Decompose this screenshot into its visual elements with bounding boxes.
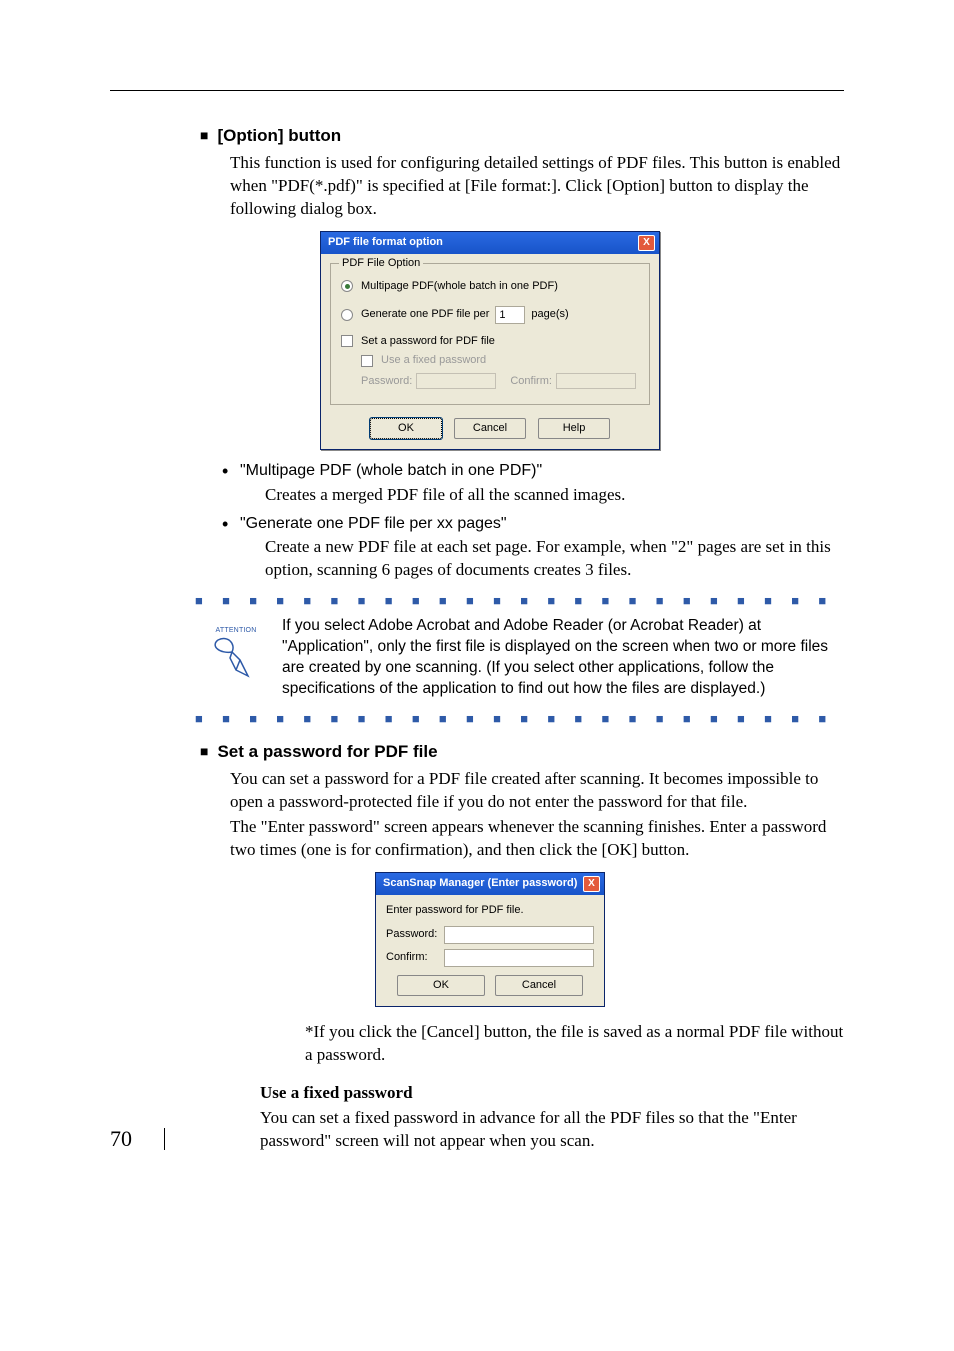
checkbox-icon bbox=[361, 355, 373, 367]
pdf-dialog-titlebar: PDF file format option X bbox=[321, 232, 659, 254]
pw-dialog-body: Enter password for PDF file. Password: C… bbox=[376, 895, 604, 1006]
enter-password-dialog: ScanSnap Manager (Enter password) X Ente… bbox=[375, 872, 605, 1007]
option-button-para: This function is used for configuring de… bbox=[230, 152, 844, 221]
pdf-dialog-buttons: OK Cancel Help bbox=[321, 414, 659, 449]
attention-text: If you select Adobe Acrobat and Adobe Re… bbox=[282, 616, 844, 700]
pw-password-label: Password: bbox=[386, 927, 438, 942]
set-password-check-row[interactable]: Set a password for PDF file bbox=[341, 334, 639, 349]
confirm-input bbox=[556, 373, 636, 389]
cancel-button[interactable]: Cancel bbox=[454, 418, 526, 439]
per-page-suf: page(s) bbox=[531, 307, 568, 322]
pw-dialog-heading: Enter password for PDF file. bbox=[386, 903, 594, 918]
set-password-para: You can set a password for a PDF file cr… bbox=[230, 768, 844, 814]
pw-dialog-titlebar: ScanSnap Manager (Enter password) X bbox=[376, 873, 604, 895]
set-password-para2: The "Enter password" screen appears when… bbox=[230, 816, 844, 862]
option-button-heading: [Option] button bbox=[200, 125, 844, 148]
fixed-password-para: You can set a fixed password in advance … bbox=[260, 1107, 844, 1153]
attention-block: ATTENTION If you select Adobe Acrobat an… bbox=[200, 616, 844, 700]
pw-password-input[interactable] bbox=[444, 926, 594, 944]
set-password-label: Set a password for PDF file bbox=[361, 334, 495, 349]
bullet-multipage-head: "Multipage PDF (whole batch in one PDF)" bbox=[240, 460, 844, 482]
bullet-perpage-head: "Generate one PDF file per xx pages" bbox=[240, 513, 844, 535]
password-label: Password: bbox=[361, 374, 412, 389]
pw-confirm-label: Confirm: bbox=[386, 950, 438, 965]
confirm-label: Confirm: bbox=[510, 374, 552, 389]
set-password-heading: Set a password for PDF file bbox=[200, 741, 844, 764]
pw-dialog-title: ScanSnap Manager (Enter password) bbox=[383, 876, 577, 891]
page-number-value: 70 bbox=[110, 1126, 132, 1151]
pw-confirm-input[interactable] bbox=[444, 949, 594, 967]
ok-button[interactable]: OK bbox=[397, 975, 485, 996]
help-button[interactable]: Help bbox=[538, 418, 610, 439]
close-icon[interactable]: X bbox=[583, 876, 600, 892]
fixed-password-check-row: Use a fixed password bbox=[361, 353, 639, 368]
pdf-dialog-title: PDF file format option bbox=[328, 235, 443, 250]
bullet-multipage-body: Creates a merged PDF file of all the sca… bbox=[265, 484, 844, 507]
pdf-option-dialog: PDF file format option X PDF File Option… bbox=[320, 231, 660, 451]
separator-top: ■ ■ ■ ■ ■ ■ ■ ■ ■ ■ ■ ■ ■ ■ ■ ■ ■ ■ ■ ■ … bbox=[195, 592, 844, 610]
per-page-pre: Generate one PDF file per bbox=[361, 307, 489, 322]
multipage-radio-row[interactable]: Multipage PDF(whole batch in one PDF) bbox=[341, 279, 639, 294]
options-bullet-list: "Multipage PDF (whole batch in one PDF)"… bbox=[240, 460, 844, 582]
cancel-note: *If you click the [Cancel] button, the f… bbox=[305, 1021, 844, 1067]
pdf-file-option-group: PDF File Option Multipage PDF(whole batc… bbox=[330, 263, 650, 406]
pages-spinner[interactable]: 1 bbox=[495, 306, 525, 324]
fixed-password-label: Use a fixed password bbox=[381, 353, 486, 368]
radio-icon[interactable] bbox=[341, 309, 353, 321]
attention-icon: ATTENTION bbox=[200, 616, 272, 700]
page-number: 70 bbox=[110, 1124, 165, 1154]
per-page-radio-row[interactable]: Generate one PDF file per 1 page(s) bbox=[341, 306, 639, 324]
cancel-button[interactable]: Cancel bbox=[495, 975, 583, 996]
separator-bottom: ■ ■ ■ ■ ■ ■ ■ ■ ■ ■ ■ ■ ■ ■ ■ ■ ■ ■ ■ ■ … bbox=[195, 710, 844, 728]
multipage-radio-label: Multipage PDF(whole batch in one PDF) bbox=[361, 279, 558, 294]
password-inputs-row: Password: Confirm: bbox=[361, 373, 639, 389]
radio-selected-icon[interactable] bbox=[341, 280, 353, 292]
ok-button[interactable]: OK bbox=[370, 418, 442, 439]
top-rule bbox=[110, 90, 844, 91]
password-input bbox=[416, 373, 496, 389]
checkbox-icon[interactable] bbox=[341, 335, 353, 347]
bullet-perpage-body: Create a new PDF file at each set page. … bbox=[265, 536, 844, 582]
attention-label: ATTENTION bbox=[216, 627, 257, 634]
fixed-password-heading: Use a fixed password bbox=[260, 1082, 844, 1105]
close-icon[interactable]: X bbox=[638, 235, 655, 251]
group-legend: PDF File Option bbox=[339, 256, 423, 271]
page-number-divider bbox=[164, 1128, 165, 1150]
